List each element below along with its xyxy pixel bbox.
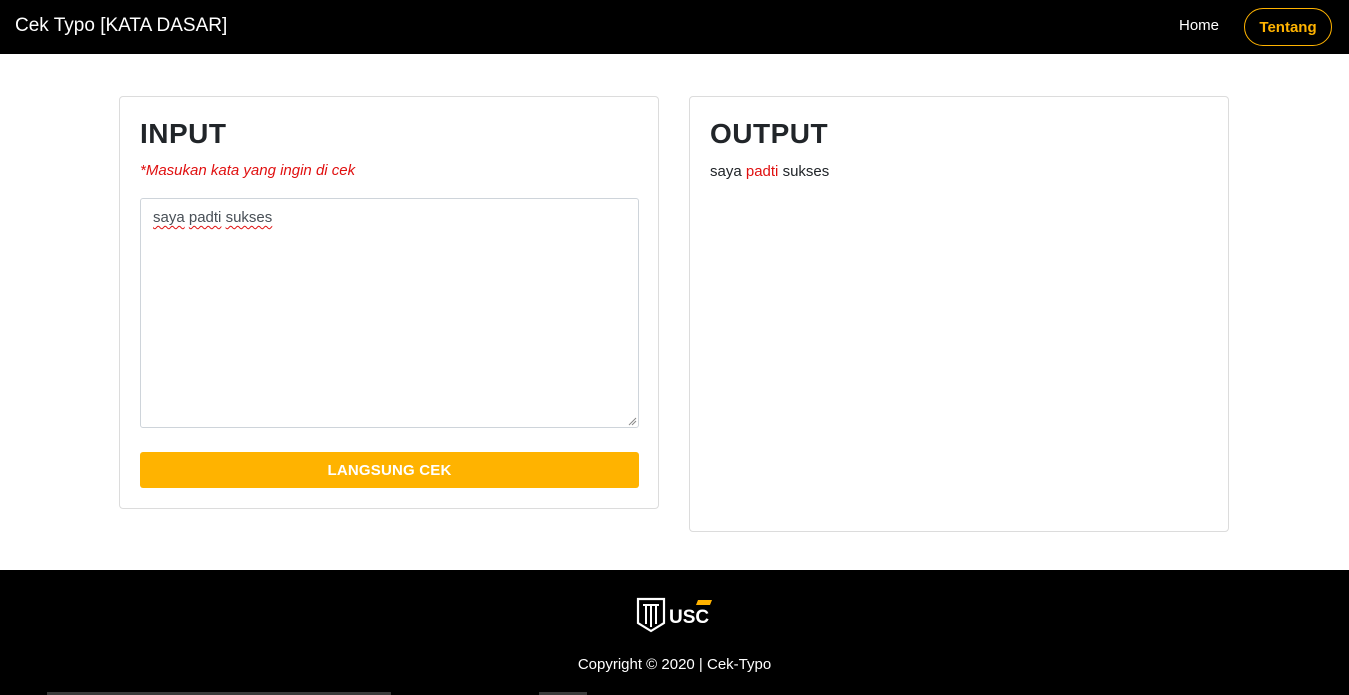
svg-text:USC: USC [669, 607, 709, 628]
output-word-typo: padti [745, 163, 779, 180]
copyright-text: Copyright © 2020 | Cek-Typo [577, 656, 772, 673]
input-card: INPUT *Masukan kata yang ingin di cek sa… [119, 96, 659, 509]
brand-title[interactable]: Cek Typo [KATA DASAR] [15, 15, 227, 37]
output-title: OUTPUT [710, 118, 829, 149]
input-word: sukses [225, 209, 273, 226]
input-hint: *Masukan kata yang ingin di cek [140, 162, 356, 179]
output-word: saya [710, 163, 742, 180]
usc-logo: USC [636, 597, 712, 633]
nav-link-home[interactable]: Home [1179, 17, 1219, 34]
output-card: OUTPUT saya padti sukses [689, 96, 1229, 532]
footer: USC Copyright © 2020 | Cek-Typo [0, 570, 1349, 695]
nav-button-tentang[interactable]: Tentang [1244, 8, 1332, 46]
output-word: sukses [782, 163, 830, 180]
navbar: Cek Typo [KATA DASAR] Home Tentang [0, 0, 1349, 54]
input-title: INPUT [140, 118, 227, 149]
word-input-textarea[interactable]: saya padti sukses [140, 198, 639, 428]
input-word: saya [153, 209, 185, 226]
check-button[interactable]: LANGSUNG CEK [140, 452, 639, 488]
resize-grip-icon[interactable] [627, 416, 637, 426]
input-word: padti [188, 209, 222, 226]
output-result: saya padti sukses [710, 163, 829, 180]
